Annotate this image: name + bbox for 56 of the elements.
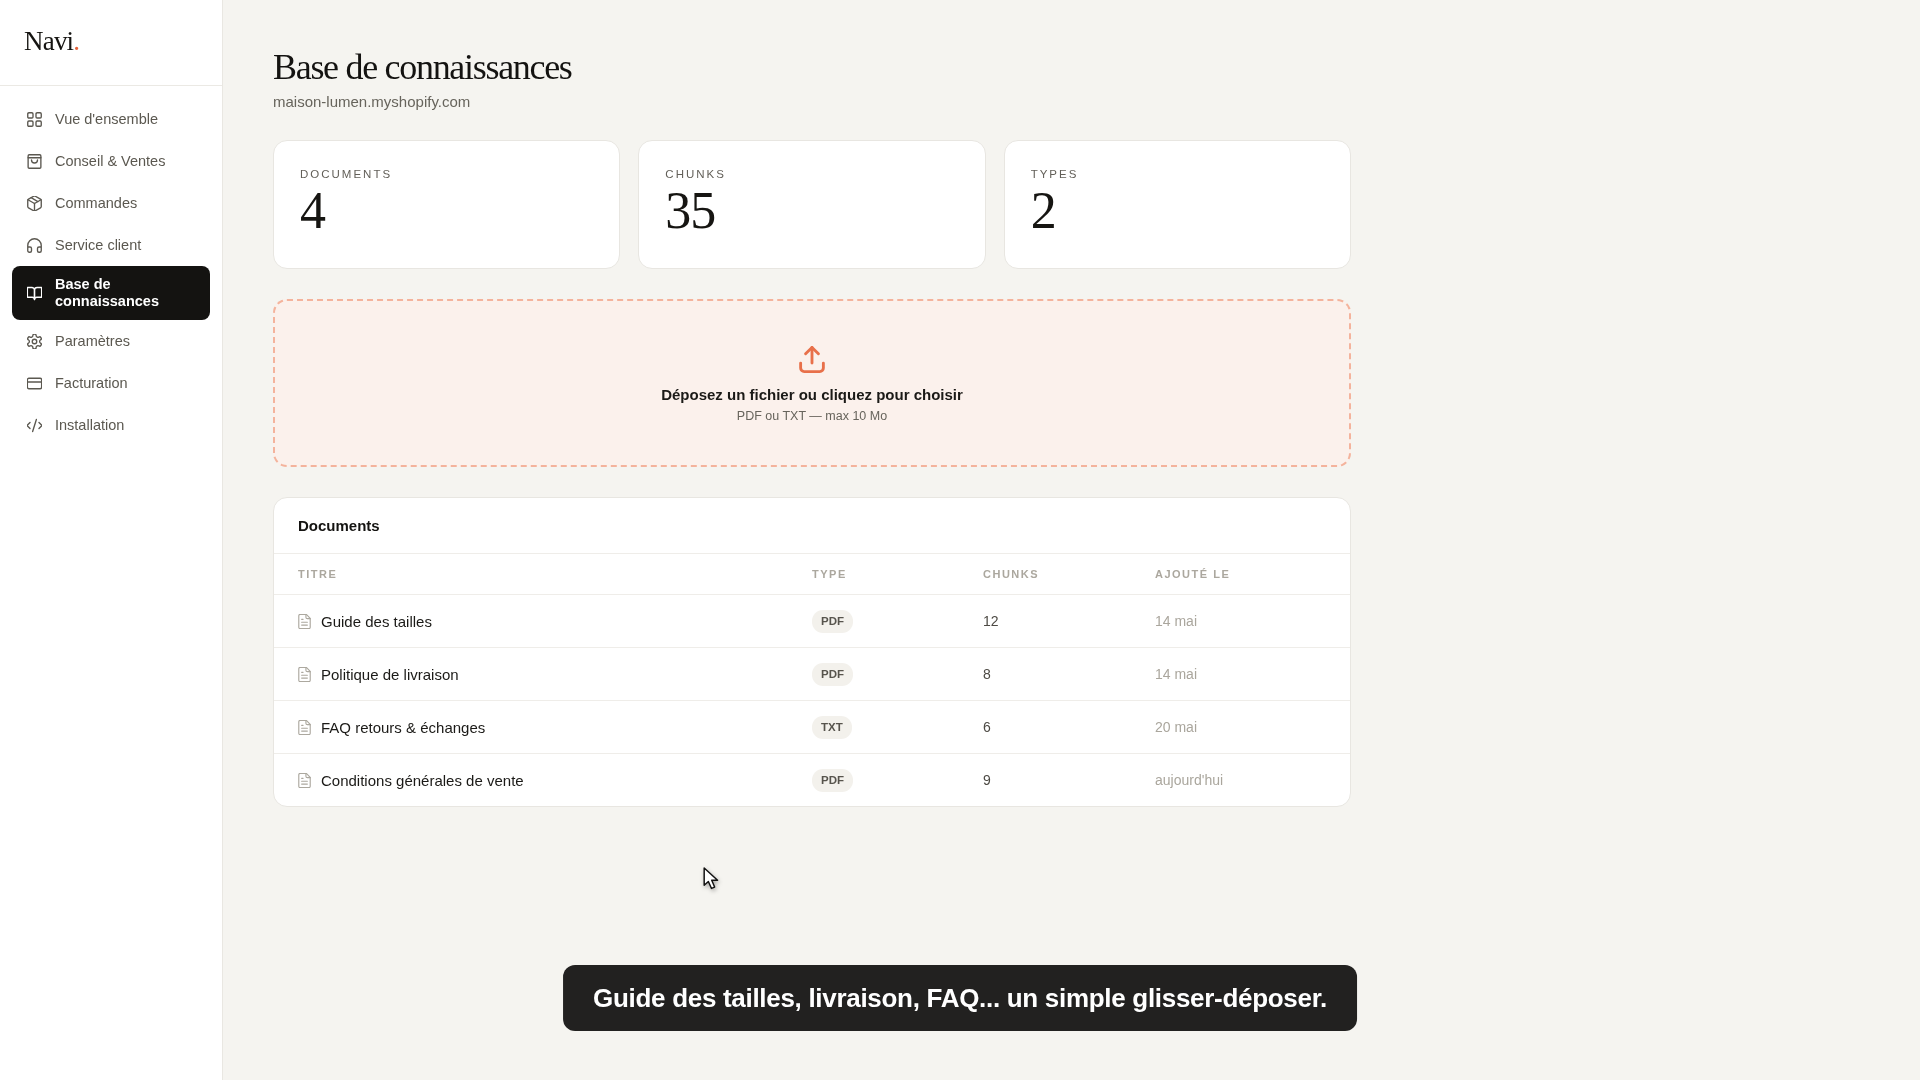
document-title: Guide des tailles (321, 612, 432, 630)
date-added: aujourd'hui (1155, 772, 1224, 788)
nav-item[interactable]: Facturation (12, 362, 210, 404)
caption-banner: Guide des tailles, livraison, FAQ... un simple glisser-déposer. (563, 965, 1357, 1031)
document-title: Politique de livraison (321, 665, 459, 683)
chunk-count: 9 (983, 772, 991, 788)
column-header: CHUNKS (983, 568, 1041, 580)
nav-item[interactable]: Paramètres (12, 320, 210, 362)
file-type-tag: TXT (812, 715, 852, 739)
nav-item[interactable]: Vue d'ensemble (12, 98, 210, 140)
cube-icon (27, 195, 42, 211)
file-icon (298, 666, 311, 682)
stat-label: DOCUMENTS (300, 167, 394, 181)
file-icon (298, 772, 311, 788)
card-title: Documents (298, 517, 380, 534)
nav-item[interactable]: Service client (12, 224, 210, 266)
code-icon (27, 417, 42, 433)
gear-icon (27, 333, 42, 349)
chunk-count: 8 (983, 666, 991, 682)
stat-value: 35 (665, 183, 717, 239)
document-title: FAQ retours & échanges (321, 718, 486, 736)
credit-card-icon (27, 375, 42, 391)
date-added: 14 mai (1155, 666, 1198, 682)
date-added: 14 mai (1155, 613, 1198, 629)
nav-item[interactable]: Base de connaissances (12, 266, 210, 320)
page-title: Base de connaissances (273, 46, 573, 88)
shopping-bag-icon (27, 153, 42, 169)
stat-value: 4 (300, 183, 327, 239)
grid-icon (27, 111, 42, 127)
logo: Navi. (24, 28, 80, 57)
chunk-count: 12 (983, 613, 999, 629)
store-domain: maison-lumen.myshopify.com (273, 92, 472, 112)
document-title: Conditions générales de vente (321, 771, 524, 789)
file-type-tag: PDF (812, 609, 853, 633)
file-icon (298, 613, 311, 629)
upload-icon (799, 346, 825, 373)
book-icon (27, 285, 42, 301)
stat-label: CHUNKS (665, 167, 727, 181)
column-header: AJOUTÉ LE (1155, 568, 1232, 580)
nav-item[interactable]: Conseil & Ventes (12, 140, 210, 182)
date-added: 20 mai (1155, 719, 1198, 735)
dropzone-hint: PDF ou TXT — max 10 Mo (736, 408, 888, 424)
column-header: TYPE (812, 568, 848, 580)
nav-item[interactable]: Installation (12, 404, 210, 446)
file-type-tag: PDF (812, 768, 853, 792)
nav-item[interactable]: Commandes (12, 182, 210, 224)
chunk-count: 6 (983, 719, 991, 735)
dropzone-title: Déposez un fichier ou cliquez pour choisir (661, 385, 963, 405)
stat-value: 2 (1030, 183, 1057, 239)
file-dropzone[interactable]: Déposez un fichier ou cliquez pour choisir PDF ou TXT — max 10 Mo (273, 299, 1351, 467)
file-type-tag: PDF (812, 662, 853, 686)
headphones-icon (27, 237, 42, 253)
mouse-pointer-icon (703, 867, 720, 890)
column-header: TITRE (298, 568, 339, 580)
stat-label: TYPES (1030, 167, 1080, 181)
file-icon (298, 719, 311, 735)
